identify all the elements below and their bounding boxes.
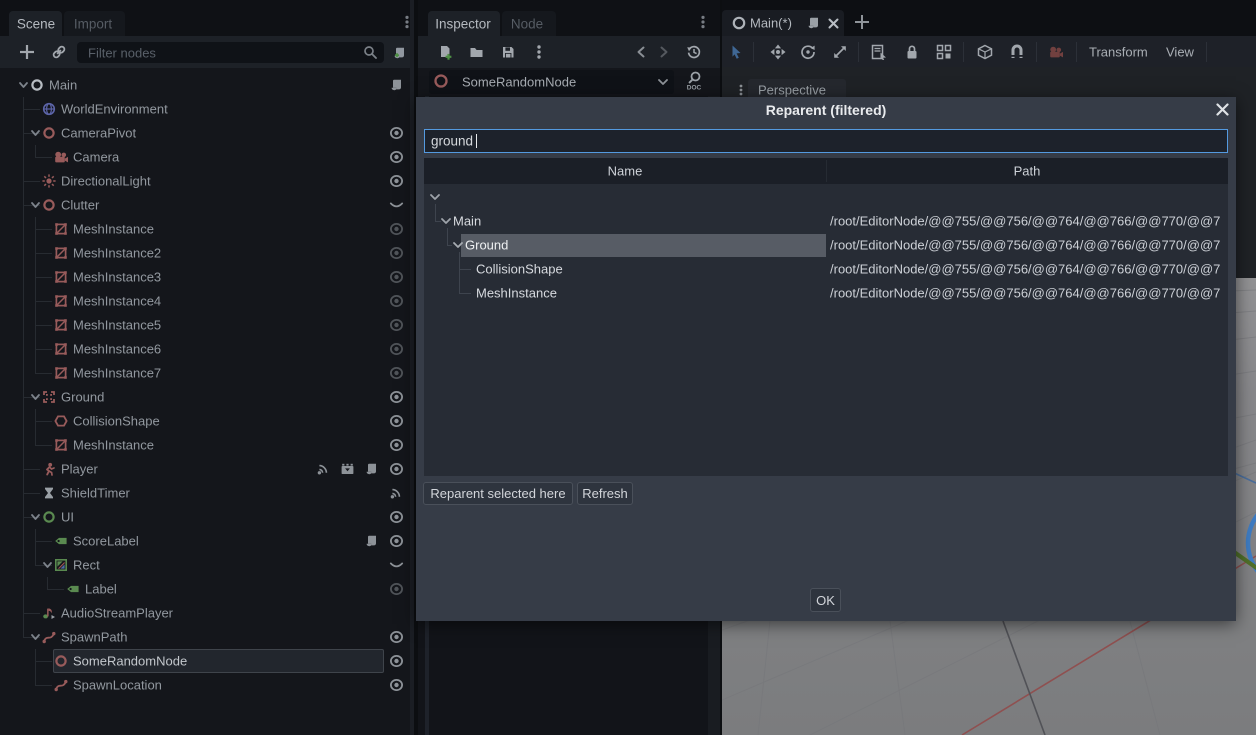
- svg-text:DOC: DOC: [687, 85, 702, 92]
